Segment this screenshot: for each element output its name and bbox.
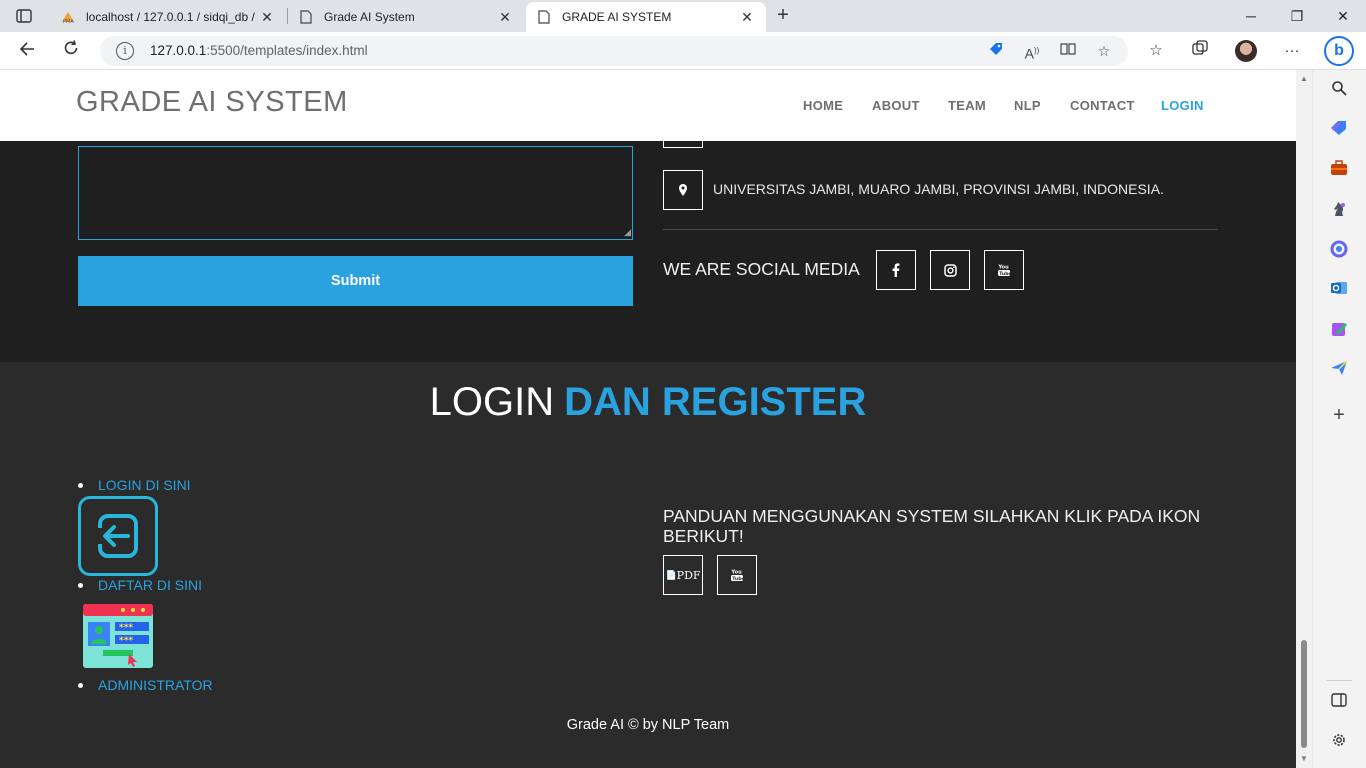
designer-icon[interactable] (1328, 320, 1350, 342)
address-bar[interactable]: i 127.0.0.1:5500/templates/index.html A)… (100, 36, 1128, 66)
url-host: 127.0.0.1 (150, 43, 207, 58)
svg-text:You: You (998, 265, 1010, 271)
close-icon[interactable]: ✕ (258, 9, 276, 26)
svg-text:Tube: Tube (732, 576, 744, 582)
favorites-icon[interactable]: ☆ (1145, 40, 1167, 62)
facebook-icon[interactable] (876, 250, 916, 290)
list-bullet (78, 483, 83, 488)
youtube-guide-button[interactable]: You Tube (717, 555, 757, 595)
guide-text: PANDUAN MENGGUNAKAN SYSTEM SILAHKAN KLIK… (663, 506, 1201, 546)
tab-title: GRADE AI SYSTEM (562, 10, 672, 24)
login-register-section: LOGIN DAN REGISTER LOGIN DI SINI DAFTAR D… (0, 362, 1296, 768)
nav-team[interactable]: TEAM (948, 98, 986, 113)
close-icon[interactable]: ✕ (496, 9, 514, 26)
browser-toolbar: i 127.0.0.1:5500/templates/index.html A)… (0, 32, 1366, 70)
shopping-tag-icon[interactable] (1328, 120, 1350, 142)
tab-grade-ai-system[interactable]: Grade AI System ✕ (288, 2, 524, 32)
submit-button[interactable]: Submit (78, 256, 633, 306)
read-aloud-icon[interactable]: A)) (1022, 41, 1042, 62)
address-text: UNIVERSITAS JAMBI, MUARO JAMBI, PROVINSI… (713, 181, 1164, 197)
site-info-icon[interactable]: i (116, 42, 134, 60)
back-arrow-icon[interactable] (14, 39, 40, 63)
site-logo[interactable]: GRADE AI SYSTEM (76, 86, 348, 119)
youtube-icon[interactable]: You Tube (984, 250, 1024, 290)
browser-tab-bar: PMA localhost / 127.0.0.1 / sidqi_db / ✕… (0, 0, 1366, 32)
tab-grade-ai-system-active[interactable]: GRADE AI SYSTEM ✕ (526, 2, 766, 32)
page-icon (298, 9, 314, 25)
tab-phpmyadmin[interactable]: PMA localhost / 127.0.0.1 / sidqi_db / ✕ (50, 2, 286, 32)
window-close-icon[interactable]: ✕ (1328, 4, 1358, 28)
svg-text:You: You (731, 570, 743, 576)
section-title: LOGIN DAN REGISTER (0, 380, 1296, 425)
games-chess-icon[interactable] (1328, 200, 1350, 222)
pdf-guide-button[interactable]: 📄 PDF (663, 555, 703, 595)
login-here-link[interactable]: LOGIN DI SINI (98, 477, 191, 493)
profile-avatar[interactable] (1235, 40, 1257, 62)
pdf-label: PDF (676, 568, 701, 582)
login-icon[interactable] (78, 496, 158, 576)
scroll-down-icon[interactable]: ▼ (1299, 754, 1309, 764)
register-form-icon[interactable]: *** *** (83, 604, 153, 668)
divider (663, 229, 1218, 230)
nav-home[interactable]: HOME (803, 98, 843, 113)
nav-login[interactable]: LOGIN (1161, 98, 1204, 113)
page-viewport: ◢ Submit UNIVERSITAS JAMBI, MUARO JAMBI,… (0, 70, 1296, 768)
page-icon (536, 9, 552, 25)
list-bullet (78, 583, 83, 588)
svg-text:***: *** (119, 623, 133, 633)
url-path: :5500/templates/index.html (206, 43, 368, 58)
url-text: 127.0.0.1:5500/templates/index.html (150, 43, 368, 58)
coupon-tag-icon[interactable] (986, 41, 1006, 61)
site-header: GRADE AI SYSTEM HOME ABOUT TEAM NLP CONT… (0, 70, 1296, 141)
youtube-icon: YouTube (731, 570, 745, 582)
nav-about[interactable]: ABOUT (872, 98, 920, 113)
tab-actions-icon[interactable] (10, 6, 38, 26)
add-favorite-icon[interactable]: ☆ (1094, 41, 1114, 61)
svg-text:PMA: PMA (63, 19, 74, 24)
administrator-link[interactable]: ADMINISTRATOR (98, 677, 213, 693)
tools-briefcase-icon[interactable] (1328, 160, 1350, 182)
map-marker-icon (663, 170, 703, 210)
register-here-link[interactable]: DAFTAR DI SINI (98, 577, 202, 593)
tab-title: localhost / 127.0.0.1 / sidqi_db / (86, 10, 255, 24)
tab-title: Grade AI System (324, 10, 415, 24)
immersive-reader-icon[interactable] (1058, 41, 1078, 61)
minimize-icon[interactable]: ─ (1236, 4, 1266, 28)
page-scrollbar[interactable]: ▲ ▼ (1296, 70, 1312, 768)
collections-icon[interactable] (1189, 40, 1211, 62)
list-bullet (78, 683, 83, 688)
section-title-main: LOGIN (429, 380, 555, 424)
nav-contact[interactable]: CONTACT (1070, 98, 1135, 113)
microsoft-365-icon[interactable] (1328, 240, 1350, 262)
hide-sidebar-icon[interactable] (1328, 692, 1350, 714)
restore-icon[interactable]: ❐ (1282, 4, 1312, 28)
footer-credit: Grade AI © by NLP Team (566, 717, 730, 733)
svg-text:Tube: Tube (999, 271, 1011, 277)
settings-gear-icon[interactable] (1328, 732, 1350, 754)
instagram-icon[interactable] (930, 250, 970, 290)
message-textarea[interactable]: ◢ (78, 146, 633, 240)
section-title-accent: DAN REGISTER (564, 380, 867, 424)
nav-nlp[interactable]: NLP (1014, 98, 1041, 113)
close-icon[interactable]: ✕ (738, 9, 756, 26)
social-media-title: WE ARE SOCIAL MEDIA (663, 259, 860, 279)
send-drop-icon[interactable] (1328, 360, 1350, 382)
refresh-icon[interactable] (58, 39, 84, 63)
bing-chat-button[interactable]: b (1324, 36, 1354, 66)
search-icon[interactable] (1328, 80, 1350, 102)
svg-text:***: *** (119, 636, 133, 646)
more-menu-icon[interactable]: ··· (1281, 40, 1303, 62)
scrollbar-thumb[interactable] (1301, 640, 1307, 748)
phpmyadmin-icon: PMA (60, 9, 76, 25)
add-icon[interactable]: + (1328, 404, 1350, 426)
scroll-up-icon[interactable]: ▲ (1299, 74, 1309, 84)
outlook-icon[interactable] (1328, 280, 1350, 302)
resize-grip-icon[interactable]: ◢ (624, 227, 631, 238)
sidebar-divider (1326, 680, 1352, 681)
new-tab-button[interactable]: + (770, 4, 796, 28)
pdf-icon: 📄 (665, 569, 677, 580)
